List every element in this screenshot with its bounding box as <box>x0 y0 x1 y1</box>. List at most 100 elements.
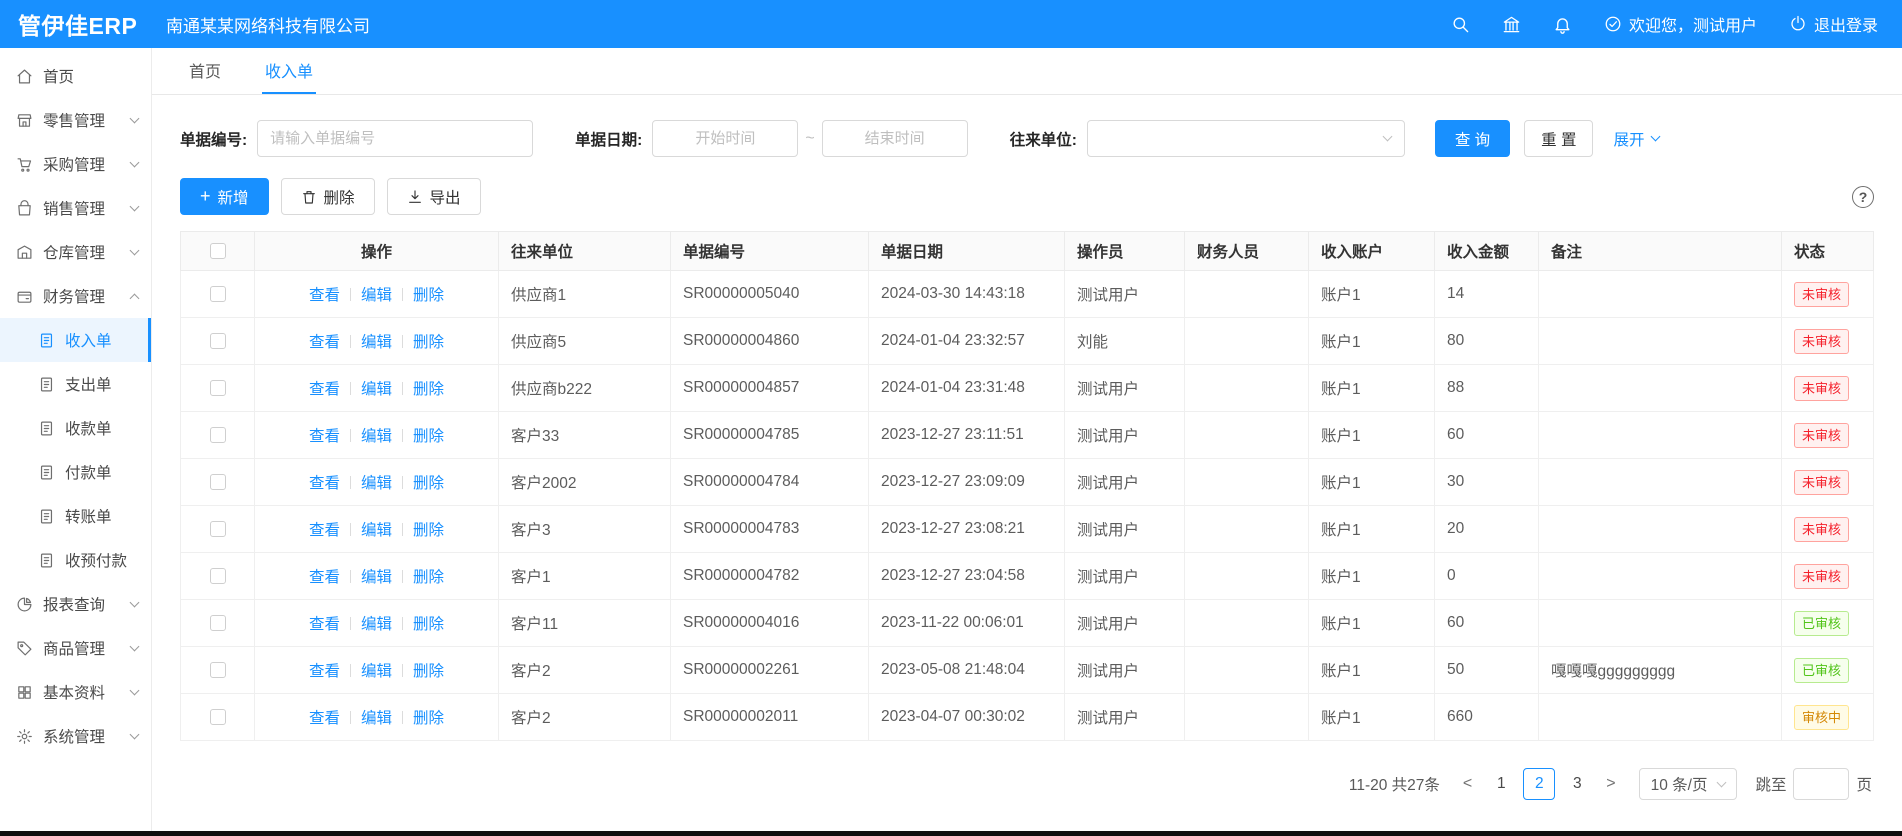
row-checkbox[interactable] <box>210 662 226 678</box>
row-checkbox[interactable] <box>210 474 226 490</box>
sidebar-item-basic-data[interactable]: 基本资料 <box>0 670 151 714</box>
row-delete-link[interactable]: 删除 <box>413 522 444 539</box>
row-checkbox[interactable] <box>210 333 226 349</box>
cell-date: 2023-12-27 23:04:58 <box>869 553 1065 600</box>
cell-finance <box>1185 318 1309 365</box>
sidebar-item-goods[interactable]: 商品管理 <box>0 626 151 670</box>
doc-number-input[interactable] <box>257 120 533 157</box>
expand-link[interactable]: 展开 <box>1613 128 1658 150</box>
select-all-checkbox[interactable] <box>210 243 226 259</box>
view-link[interactable]: 查看 <box>309 381 340 398</box>
page-button-2-current[interactable]: 2 <box>1523 768 1555 800</box>
cell-amount: 50 <box>1435 647 1539 694</box>
row-delete-link[interactable]: 删除 <box>413 475 444 492</box>
row-delete-link[interactable]: 删除 <box>413 710 444 727</box>
sidebar-item-collection-receipt[interactable]: 收款单 <box>0 406 151 450</box>
user-menu[interactable]: 欢迎您，测试用户 <box>1604 12 1757 36</box>
row-delete-link[interactable]: 删除 <box>413 381 444 398</box>
view-link[interactable]: 查看 <box>309 334 340 351</box>
sidebar-item-sales[interactable]: 销售管理 <box>0 186 151 230</box>
edit-link[interactable]: 编辑 <box>361 287 392 304</box>
start-date-input[interactable] <box>652 120 798 157</box>
tab-home[interactable]: 首页 <box>186 48 224 94</box>
end-date-input[interactable] <box>822 120 968 157</box>
view-link[interactable]: 查看 <box>309 428 340 445</box>
bell-icon[interactable] <box>1553 15 1572 34</box>
sidebar-item-purchase[interactable]: 采购管理 <box>0 142 151 186</box>
edit-link[interactable]: 编辑 <box>361 663 392 680</box>
sidebar-item-income-receipt[interactable]: 收入单 <box>0 318 151 362</box>
document-icon <box>38 376 55 393</box>
sidebar: 首页 零售管理 采购管理 销售管理 仓库管理 财务管理 <box>0 48 152 831</box>
check-circle-icon <box>1604 15 1622 33</box>
row-checkbox[interactable] <box>210 380 226 396</box>
bank-icon[interactable] <box>1502 15 1521 34</box>
edit-link[interactable]: 编辑 <box>361 616 392 633</box>
sidebar-item-finance[interactable]: 财务管理 <box>0 274 151 318</box>
view-link[interactable]: 查看 <box>309 663 340 680</box>
row-delete-link[interactable]: 删除 <box>413 663 444 680</box>
tab-income-receipt[interactable]: 收入单 <box>262 48 316 94</box>
doc-number-label: 单据编号: <box>180 128 247 150</box>
row-checkbox[interactable] <box>210 615 226 631</box>
sidebar-item-advance-receipt[interactable]: 收预付款 <box>0 538 151 582</box>
sidebar-item-system[interactable]: 系统管理 <box>0 714 151 758</box>
jump-label: 跳至 <box>1755 773 1786 795</box>
row-delete-link[interactable]: 删除 <box>413 616 444 633</box>
prev-page-button[interactable]: < <box>1456 775 1479 793</box>
cell-doc-no: SR00000004860 <box>671 318 869 365</box>
row-delete-link[interactable]: 删除 <box>413 428 444 445</box>
sidebar-item-retail[interactable]: 零售管理 <box>0 98 151 142</box>
cell-partner: 客户2 <box>499 694 671 741</box>
add-button[interactable]: + 新增 <box>180 178 269 215</box>
edit-link[interactable]: 编辑 <box>361 569 392 586</box>
row-checkbox[interactable] <box>210 427 226 443</box>
next-page-button[interactable]: > <box>1599 775 1622 793</box>
help-icon[interactable]: ? <box>1852 186 1874 208</box>
partner-select[interactable] <box>1087 120 1405 157</box>
edit-link[interactable]: 编辑 <box>361 334 392 351</box>
row-checkbox[interactable] <box>210 521 226 537</box>
row-checkbox[interactable] <box>210 709 226 725</box>
view-link[interactable]: 查看 <box>309 522 340 539</box>
view-link[interactable]: 查看 <box>309 710 340 727</box>
edit-link[interactable]: 编辑 <box>361 475 392 492</box>
sidebar-item-expense-receipt[interactable]: 支出单 <box>0 362 151 406</box>
view-link[interactable]: 查看 <box>309 475 340 492</box>
row-checkbox[interactable] <box>210 286 226 302</box>
page-size-select[interactable]: 10 条/页 <box>1639 768 1738 800</box>
page-button-1[interactable]: 1 <box>1485 768 1517 800</box>
cell-doc-no: SR00000002011 <box>671 694 869 741</box>
search-button[interactable]: 查 询 <box>1435 120 1510 157</box>
company-name: 南通某某网络科技有限公司 <box>166 12 370 37</box>
sidebar-item-transfer-receipt[interactable]: 转账单 <box>0 494 151 538</box>
row-checkbox[interactable] <box>210 568 226 584</box>
row-delete-link[interactable]: 删除 <box>413 334 444 351</box>
export-button[interactable]: 导出 <box>387 178 481 215</box>
search-icon[interactable] <box>1451 15 1470 34</box>
sidebar-item-report-query[interactable]: 报表查询 <box>0 582 151 626</box>
logout-button[interactable]: 退出登录 <box>1789 12 1878 36</box>
jump-page-input[interactable] <box>1793 768 1849 800</box>
reset-button[interactable]: 重 置 <box>1524 120 1593 157</box>
edit-link[interactable]: 编辑 <box>361 522 392 539</box>
cell-account: 账户1 <box>1309 553 1435 600</box>
delete-button[interactable]: 删除 <box>281 178 375 215</box>
cell-operator: 测试用户 <box>1065 694 1185 741</box>
view-link[interactable]: 查看 <box>309 616 340 633</box>
view-link[interactable]: 查看 <box>309 287 340 304</box>
view-link[interactable]: 查看 <box>309 569 340 586</box>
cell-date: 2023-11-22 00:06:01 <box>869 600 1065 647</box>
row-delete-link[interactable]: 删除 <box>413 569 444 586</box>
sidebar-item-warehouse[interactable]: 仓库管理 <box>0 230 151 274</box>
sidebar-item-payment-receipt[interactable]: 付款单 <box>0 450 151 494</box>
col-header-actions: 操作 <box>255 232 499 271</box>
page-button-3[interactable]: 3 <box>1561 768 1593 800</box>
sidebar-item-label: 系统管理 <box>43 725 105 747</box>
edit-link[interactable]: 编辑 <box>361 710 392 727</box>
cell-account: 账户1 <box>1309 365 1435 412</box>
edit-link[interactable]: 编辑 <box>361 381 392 398</box>
edit-link[interactable]: 编辑 <box>361 428 392 445</box>
sidebar-item-home[interactable]: 首页 <box>0 54 151 98</box>
row-delete-link[interactable]: 删除 <box>413 287 444 304</box>
